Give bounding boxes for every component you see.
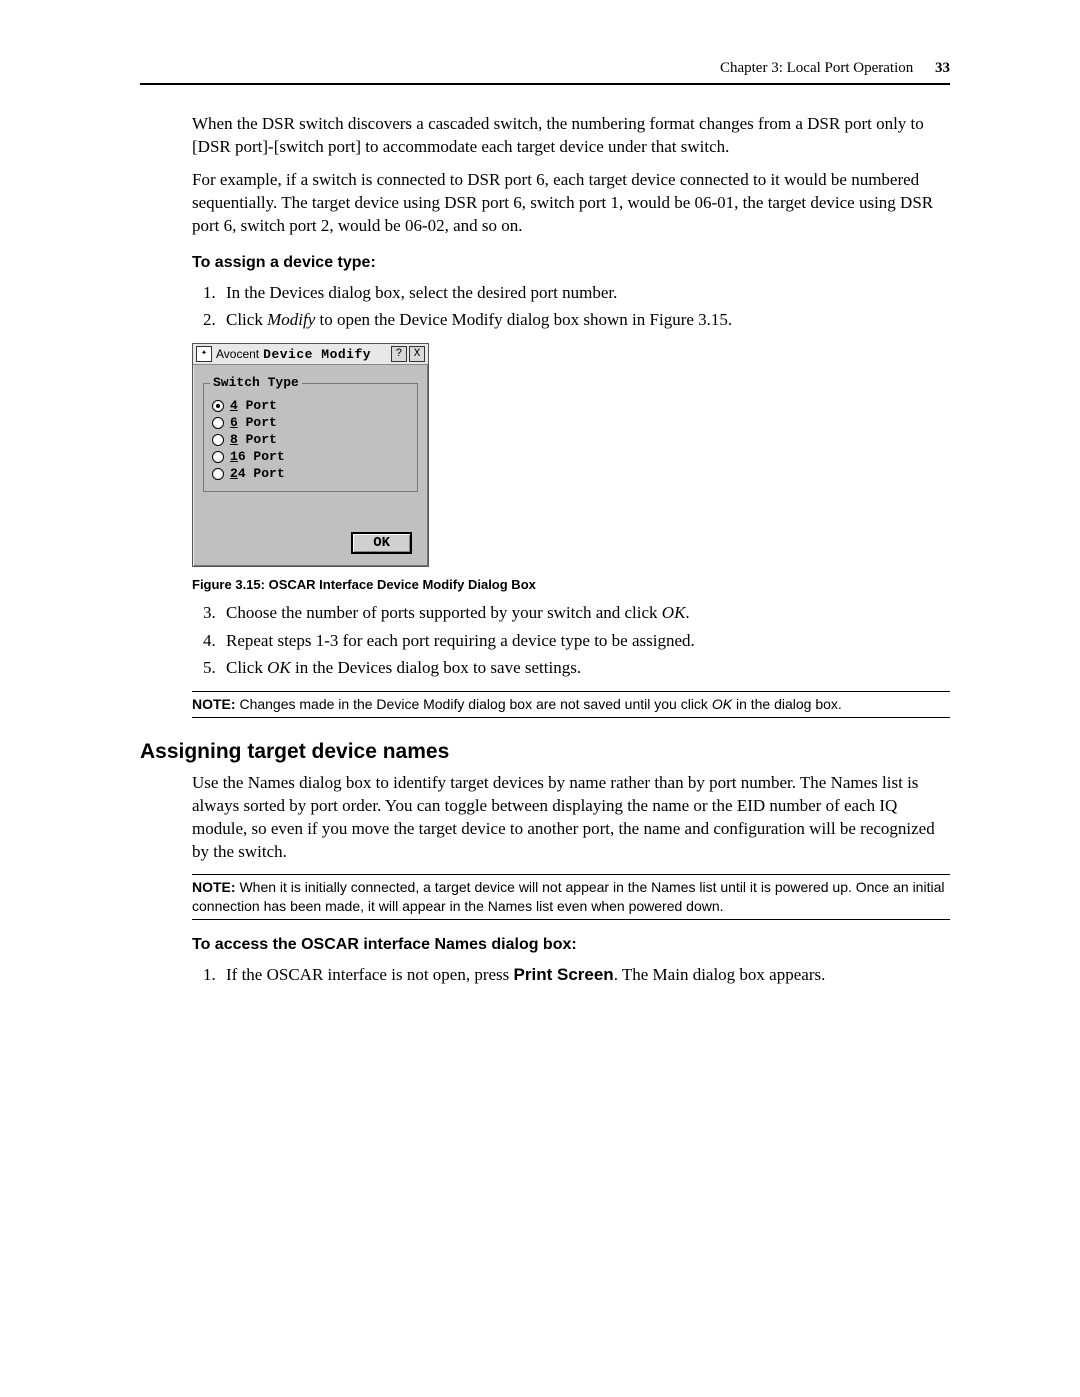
option-4-port[interactable]: 4 Port [212,398,409,413]
running-header: Chapter 3: Local Port Operation 33 [140,60,950,83]
step-2: Click Modify to open the Device Modify d… [220,307,950,333]
dialog-title: Device Modify [263,347,389,362]
names-para: Use the Names dialog box to identify tar… [192,772,950,864]
switch-type-group: Switch Type 4 Port 6 Port 8 Port 16 Port… [203,383,418,492]
radio-icon [212,417,224,429]
dialog-footer: OK [203,526,418,560]
switch-type-legend: Switch Type [210,375,302,390]
dialog-body: Switch Type 4 Port 6 Port 8 Port 16 Port… [193,365,428,566]
radio-icon [212,451,224,463]
device-modify-dialog: ✦ Avocent Device Modify ? X Switch Type … [192,343,429,567]
step-3: Choose the number of ports supported by … [220,600,950,626]
help-button[interactable]: ? [391,346,407,362]
chapter-title: Chapter 3: Local Port Operation [720,60,913,76]
page: Chapter 3: Local Port Operation 33 When … [0,0,1080,1397]
option-6-port[interactable]: 6 Port [212,415,409,430]
intro-para-1: When the DSR switch discovers a cascaded… [192,113,950,159]
body-2: Use the Names dialog box to identify tar… [192,772,950,988]
assigning-names-heading: Assigning target device names [140,740,950,764]
access-step-1: If the OSCAR interface is not open, pres… [220,962,950,988]
radio-icon [212,468,224,480]
dialog-brand: Avocent [216,347,259,361]
radio-icon [212,434,224,446]
radio-icon [212,400,224,412]
intro-para-2: For example, if a switch is connected to… [192,169,950,238]
assign-steps-1-2: In the Devices dialog box, select the de… [192,280,950,334]
body: When the DSR switch discovers a cascaded… [192,113,950,718]
header-rule [140,83,950,85]
figure-caption: Figure 3.15: OSCAR Interface Device Modi… [192,577,950,592]
note-names: NOTE: When it is initially connected, a … [192,874,950,920]
app-logo-icon: ✦ [196,346,212,362]
assign-heading: To assign a device type: [192,254,950,272]
close-button[interactable]: X [409,346,425,362]
step-4: Repeat steps 1-3 for each port requiring… [220,628,950,654]
ok-button[interactable]: OK [351,532,412,554]
note-device-modify: NOTE: Changes made in the Device Modify … [192,691,950,718]
option-16-port[interactable]: 16 Port [212,449,409,464]
access-heading: To access the OSCAR interface Names dial… [192,936,950,954]
option-24-port[interactable]: 24 Port [212,466,409,481]
option-8-port[interactable]: 8 Port [212,432,409,447]
assign-steps-3-5: Choose the number of ports supported by … [192,600,950,681]
access-steps: If the OSCAR interface is not open, pres… [192,962,950,988]
step-1: In the Devices dialog box, select the de… [220,280,950,306]
page-number: 33 [935,60,950,76]
dialog-titlebar: ✦ Avocent Device Modify ? X [193,344,428,365]
step-5: Click OK in the Devices dialog box to sa… [220,655,950,681]
